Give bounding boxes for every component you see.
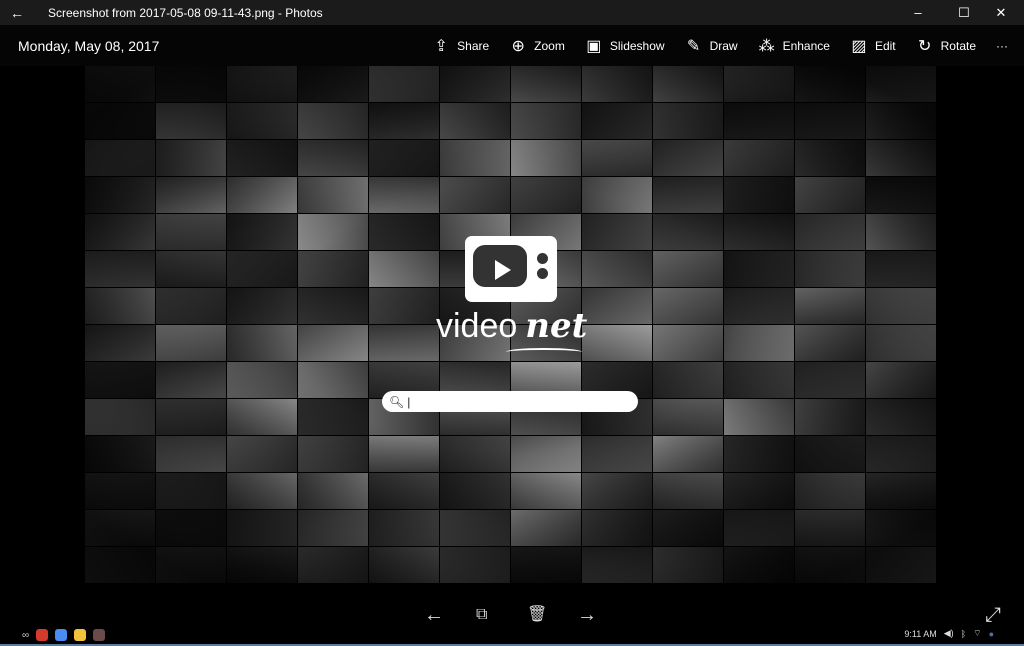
tool-share[interactable]: ⇪ Share bbox=[432, 36, 489, 56]
tool-enhance[interactable]: ⁂ Enhance bbox=[758, 36, 830, 56]
taskbar: ∞ 9:11 AM ◀) ᛒ ⌔ ● bbox=[0, 626, 1024, 646]
toolbar: Monday, May 08, 2017 ⇪ Share ⊕ Zoom ▣ Slidesh… bbox=[0, 25, 1024, 66]
edit-icon: ▨ bbox=[851, 37, 867, 55]
delete-icon[interactable]: 🗑 bbox=[527, 603, 547, 627]
viewer-nav: ← ⧉ 🗑 → ⤢ bbox=[0, 603, 1024, 627]
photo-viewer bbox=[0, 66, 1024, 626]
share-icon: ⇪ bbox=[434, 37, 448, 55]
photo-date: Monday, May 08, 2017 bbox=[18, 37, 160, 54]
launcher-icon[interactable]: ∞ bbox=[22, 630, 29, 641]
rotate-icon: ↻ bbox=[917, 37, 932, 55]
app-app-icon[interactable] bbox=[93, 629, 106, 641]
videonet-logo-icon bbox=[465, 236, 557, 302]
search-icon: 🔍︎ bbox=[389, 394, 405, 409]
image-search-bar: 🔍︎ | bbox=[382, 391, 638, 412]
volume-icon: ◀) bbox=[943, 628, 954, 638]
tool-zoom[interactable]: ⊕ Zoom bbox=[509, 36, 564, 56]
title-bar: ← Screenshot from 2017-05-08 09-11-43.pn… bbox=[0, 0, 1024, 25]
files-app-icon[interactable] bbox=[74, 629, 87, 641]
account-icon: ● bbox=[988, 628, 994, 639]
slideshow-icon: ▣ bbox=[586, 37, 602, 55]
more-button[interactable]: ··· bbox=[996, 39, 1008, 53]
bluetooth-icon: ᛒ bbox=[960, 628, 967, 639]
fullscreen-icon[interactable]: ⤢ bbox=[985, 603, 1001, 627]
minimize-button[interactable]: – bbox=[895, 0, 941, 25]
zoom-icon: ⊕ bbox=[511, 37, 525, 55]
draw-icon: ✎ bbox=[686, 37, 701, 55]
tool-slideshow[interactable]: ▣ Slideshow bbox=[585, 36, 664, 56]
docs-app-icon[interactable] bbox=[55, 629, 68, 641]
tool-edit[interactable]: ▨ Edit bbox=[850, 36, 895, 56]
add-to-album-icon[interactable]: ⧉ bbox=[476, 603, 487, 627]
window-title: Screenshot from 2017-05-08 09-11-43.png … bbox=[48, 5, 323, 20]
wifi-icon: ⌔ bbox=[973, 628, 982, 638]
chrome-app-icon[interactable] bbox=[36, 629, 49, 641]
system-tray[interactable]: 9:11 AM ◀) ᛒ ⌔ ● bbox=[904, 628, 994, 639]
brand-wordmark: video net bbox=[436, 306, 588, 346]
tool-draw[interactable]: ✎ Draw bbox=[685, 36, 738, 56]
tool-rotate[interactable]: ↻ Rotate bbox=[916, 36, 976, 56]
back-button[interactable]: ← bbox=[0, 5, 34, 21]
next-arrow-icon[interactable]: → bbox=[577, 603, 597, 627]
close-button[interactable]: ✕ bbox=[978, 0, 1024, 25]
enhance-icon: ⁂ bbox=[758, 37, 775, 55]
clock: 9:11 AM bbox=[904, 628, 937, 639]
previous-arrow-icon[interactable]: ← bbox=[424, 603, 444, 627]
